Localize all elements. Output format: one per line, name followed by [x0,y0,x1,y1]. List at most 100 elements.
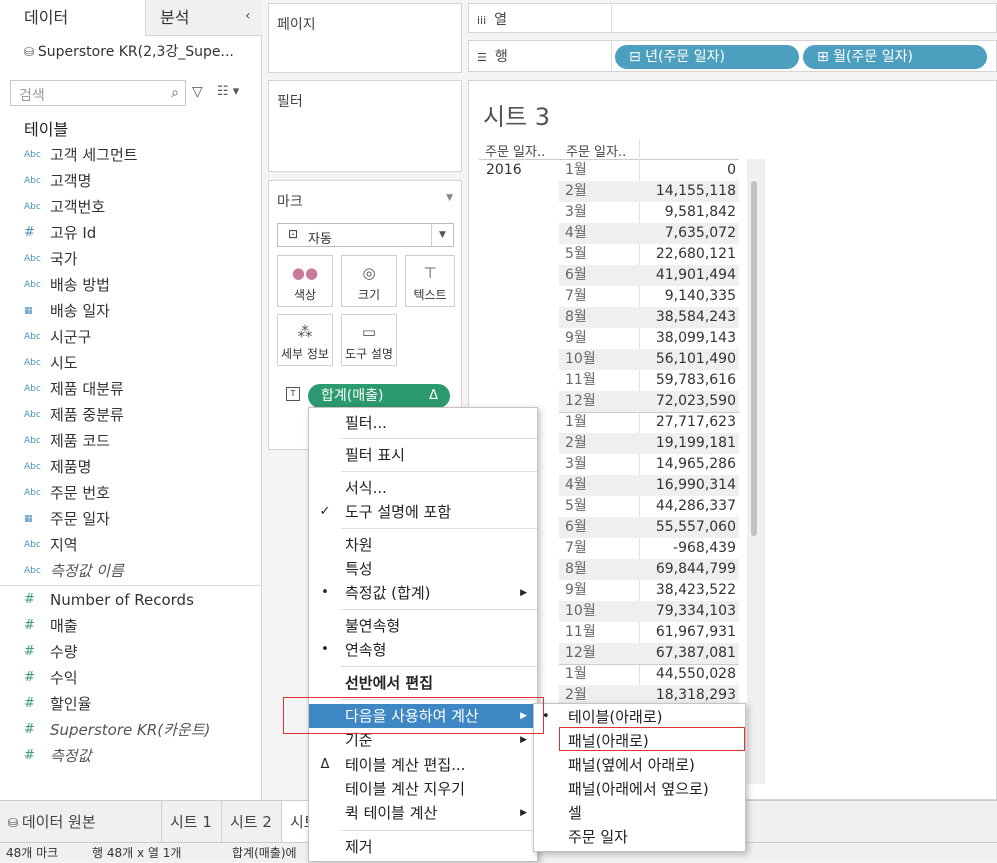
submenu-item[interactable]: 패널(아래에서 옆으로) [534,777,745,801]
detail-label: 세부 정보 [281,347,329,361]
field-item[interactable]: Abc 국가 [0,246,262,272]
color-button[interactable]: ●● 색상 [277,255,333,307]
measure-item[interactable]: # 매출 [0,613,262,639]
menu-item[interactable]: 필터 표시 [309,443,537,467]
number-icon: # [24,670,35,685]
field-item[interactable]: Abc 시도 [0,350,262,376]
field-item[interactable]: Abc 제품 중분류 [0,402,262,428]
menu-item-label: 필터... [345,414,387,432]
delta-icon: Δ [429,388,438,403]
value-cell: 27,717,623 [655,414,736,430]
field-item[interactable]: Abc 측정값 이름 [0,558,262,584]
field-item[interactable]: # 고유 Id [0,220,262,246]
field-item[interactable]: Abc 주문 번호 [0,480,262,506]
submenu-item-label: 테이블(아래로) [568,708,663,726]
datasource-selector[interactable]: ⛁ Superstore KR(2,3강_Supe... [24,41,234,61]
month-cell: 4월 [565,225,587,241]
search-input[interactable]: 검색 ⌕ [10,80,186,106]
tab-sheet-2[interactable]: 시트 2 [222,801,282,843]
rows-icon: ☰ [477,51,487,64]
value-cell: 55,557,060 [655,519,736,535]
field-item[interactable]: Abc 제품명 [0,454,262,480]
submenu-item[interactable]: • 테이블(아래로) [534,705,745,729]
menu-item[interactable]: 필터... [309,411,537,435]
scrollbar-thumb[interactable] [751,181,757,536]
pages-shelf[interactable]: 페이지 [268,3,462,73]
value-cell: 14,155,118 [655,183,736,199]
table-row: 4월 7,635,072 [469,223,749,244]
marks-menu-icon[interactable]: ▼ [446,193,453,203]
view-options-icon[interactable]: ☷ ▾ [217,84,239,99]
field-item[interactable]: Abc 시군구 [0,324,262,350]
sum-sales-pill[interactable]: 합계(매출) Δ [308,384,450,408]
field-item[interactable]: Abc 배송 방법 [0,272,262,298]
menu-item[interactable]: 테이블 계산 지우기 [309,777,537,801]
measure-item[interactable]: # 할인율 [0,691,262,717]
tab-data-source[interactable]: ⛁ 데이터 원본 [0,801,162,843]
collapse-pane-icon[interactable]: ‹ [245,8,251,24]
menu-item[interactable]: 차원 [309,533,537,557]
menu-item[interactable]: 특성 [309,557,537,581]
filter-icon[interactable]: ▽ [192,84,203,100]
field-label: 측정값 이름 [50,562,124,580]
measure-item[interactable]: # Superstore KR(카운트) [0,717,262,743]
field-item[interactable]: Abc 고객 세그먼트 [0,142,262,168]
menu-item[interactable]: ✓ 도구 설명에 포함 [309,500,537,524]
string-type-icon: Abc [24,540,41,550]
menu-item-label: 서식... [345,479,387,497]
status-marks: 48개 마크 [6,846,59,860]
pill-context-menu: 필터... 필터 표시서식... ✓ 도구 설명에 포함차원특성 • 측정값 (합계) ▶ 불… [308,407,538,862]
field-item[interactable]: ▦ 배송 일자 [0,298,262,324]
measure-item[interactable]: # 수량 [0,639,262,665]
menu-item[interactable]: 불연속형 [309,614,537,638]
search-placeholder: 검색 [19,88,45,104]
string-type-icon: Abc [24,150,41,160]
field-item[interactable]: Abc 고객명 [0,168,262,194]
value-cell: 38,099,143 [655,330,736,346]
mark-type-select[interactable]: ⊡ 자동 ▼ [277,223,454,247]
color-label: 색상 [293,288,317,302]
field-item[interactable]: Abc 제품 코드 [0,428,262,454]
month-order-date-pill[interactable]: ⊞ 월(주문 일자) [803,45,987,69]
tab-sheet-1[interactable]: 시트 1 [162,801,222,843]
menu-item[interactable]: 제거 [309,835,537,859]
submenu-item[interactable]: 주문 일자 [534,825,745,849]
submenu-item[interactable]: 패널(옆에서 아래로) [534,753,745,777]
field-item[interactable]: ▦ 주문 일자 [0,506,262,532]
menu-item[interactable]: Δ 테이블 계산 편집... [309,753,537,777]
rows-shelf[interactable]: ☰ 행 ⊟ 년(주문 일자) ⊞ 월(주문 일자) [468,40,997,72]
marks-title: 마크 [277,194,303,210]
search-icon[interactable]: ⌕ [171,85,179,101]
string-type-icon: Abc [24,332,41,342]
menu-item-label: 차원 [345,536,373,554]
menu-item[interactable]: 선반에서 편집 [309,671,537,695]
field-item[interactable]: Abc 지역 [0,532,262,558]
header-month[interactable]: 주문 일자.. [566,141,626,160]
table-row: 6월 41,901,494 [469,265,749,286]
field-label: 제품 코드 [50,432,110,450]
menu-item[interactable]: 퀵 테이블 계산 ▶ [309,801,537,825]
value-cell: 44,550,028 [655,666,736,682]
measure-item[interactable]: # 측정값 [0,743,262,769]
size-button[interactable]: ◎ 크기 [341,255,397,307]
menu-item[interactable]: 서식... [309,476,537,500]
chevron-down-icon[interactable]: ▼ [431,224,453,246]
menu-item[interactable]: • 측정값 (합계) ▶ [309,581,537,605]
columns-shelf[interactable]: iii 열 [468,3,997,33]
field-label: 주문 일자 [50,510,110,528]
menu-item-label: 특성 [345,560,373,578]
year-order-date-pill[interactable]: ⊟ 년(주문 일자) [615,45,799,69]
detail-button[interactable]: ⁂ 세부 정보 [277,314,333,366]
text-button[interactable]: ⊤ 텍스트 [405,255,455,307]
measure-item[interactable]: # Number of Records [0,587,262,613]
field-item[interactable]: Abc 고객번호 [0,194,262,220]
filters-shelf[interactable]: 필터 [268,80,462,172]
calendar-icon: ▦ [24,306,33,316]
menu-item[interactable]: • 연속형 [309,638,537,662]
measure-item[interactable]: # 수익 [0,665,262,691]
tab-data[interactable]: 데이터 [0,0,145,36]
field-item[interactable]: Abc 제품 대분류 [0,376,262,402]
submenu-item[interactable]: 셀 [534,801,745,825]
header-year[interactable]: 주문 일자.. [485,141,545,160]
tooltip-button[interactable]: ▭ 도구 설명 [341,314,397,366]
